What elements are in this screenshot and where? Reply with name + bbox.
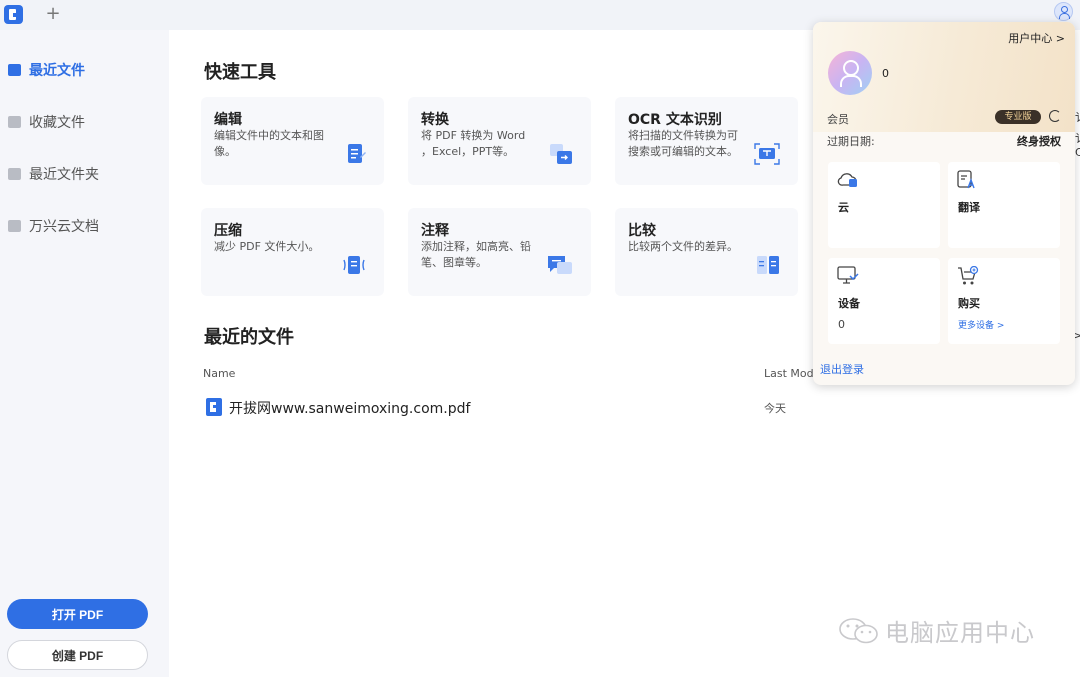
tool-card-title: OCR 文本识别	[628, 112, 722, 128]
more-devices-link[interactable]: 更多设备 >	[958, 318, 1004, 331]
create-pdf-button[interactable]: 创建 PDF	[7, 640, 148, 670]
sidebar-item-favorites[interactable]: 收藏文件	[0, 107, 169, 137]
expiry-value: 终身授权	[1017, 135, 1061, 148]
tool-card-compress[interactable]: 压缩 减少 PDF 文件大小。	[201, 208, 384, 296]
tile-cloud[interactable]: 云	[828, 162, 940, 248]
recent-files-heading: 最近的文件	[204, 327, 294, 348]
tile-devices[interactable]: 设备 0	[828, 258, 940, 344]
recent-file-icon	[8, 64, 21, 76]
ocr-scan-icon	[754, 143, 780, 165]
folder-icon	[8, 168, 21, 180]
device-count: 0	[838, 318, 845, 331]
tool-card-title: 转换	[421, 112, 449, 128]
recent-file-modified: 今天	[764, 402, 786, 415]
compress-icon	[343, 256, 365, 274]
tool-card-desc: 编辑文件中的文本和图像。	[214, 129, 324, 158]
cloud-upload-icon	[837, 173, 857, 187]
tool-card-desc: 将 PDF 转换为 Word ，Excel，PPT等。	[421, 129, 526, 158]
user-account-popup: 用户中心 > 0 会员 专业版 过期日期: 终身授权 云 翻译 设备 0 购买 …	[813, 22, 1075, 385]
tool-card-compare[interactable]: 比较 比较两个文件的差异。	[615, 208, 798, 296]
tile-purchase[interactable]: 购买 更多设备 >	[948, 258, 1060, 344]
sidebar-item-label: 最近文件	[29, 63, 85, 79]
cloud-icon	[8, 220, 21, 232]
column-header-name[interactable]: Name	[203, 367, 235, 380]
expiry-label: 过期日期:	[827, 135, 875, 148]
sidebar-item-recent-folders[interactable]: 最近文件夹	[0, 159, 169, 189]
logout-link[interactable]: 退出登录	[820, 361, 864, 377]
sidebar-item-label: 万兴云文档	[29, 219, 99, 235]
watermark-text: 电脑应用中心	[885, 619, 1035, 647]
tool-card-title: 编辑	[214, 112, 242, 128]
convert-icon	[550, 144, 572, 164]
compare-icon	[757, 256, 779, 274]
tool-card-title: 注释	[421, 223, 449, 239]
quick-tools-heading: 快速工具	[204, 62, 276, 83]
tool-card-desc: 比较两个文件的差异。	[628, 240, 738, 253]
new-tab-button[interactable]: +	[44, 3, 62, 25]
tile-translate[interactable]: 翻译	[948, 162, 1060, 248]
tool-card-title: 压缩	[214, 223, 242, 239]
column-header-last-modified[interactable]: Last Mod	[764, 367, 814, 380]
open-pdf-button[interactable]: 打开 PDF	[7, 599, 148, 629]
user-center-link[interactable]: 用户中心 >	[1008, 30, 1065, 46]
edge-text-fragment: 讠	[1075, 109, 1080, 125]
wechat-watermark-icon	[839, 618, 878, 644]
membership-label: 会员	[827, 113, 849, 126]
app-logo-icon	[4, 5, 23, 24]
username: 0	[882, 67, 889, 80]
tool-card-desc: 减少 PDF 文件大小。	[214, 240, 320, 253]
monitor-icon	[837, 266, 859, 284]
sidebar: 最近文件 收藏文件 最近文件夹 万兴云文档	[0, 30, 169, 677]
pdf-file-icon	[206, 398, 222, 416]
account-icon[interactable]	[1054, 2, 1073, 21]
tile-label: 购买	[958, 297, 980, 310]
cart-icon	[958, 266, 979, 285]
tool-card-desc: 添加注释，如高亮、铅笔、图章等。	[421, 240, 531, 269]
translate-icon	[957, 170, 975, 189]
comment-icon	[548, 256, 572, 274]
tool-card-ocr[interactable]: OCR 文本识别 将扫描的文件转换为可搜索或可编辑的文本。	[615, 97, 798, 185]
sidebar-item-recent-files[interactable]: 最近文件	[0, 55, 169, 85]
tile-label: 设备	[838, 297, 860, 310]
membership-badge: 专业版	[995, 110, 1041, 124]
star-file-icon	[8, 116, 21, 128]
tile-label: 翻译	[958, 201, 980, 214]
tool-card-edit[interactable]: 编辑 编辑文件中的文本和图像。	[201, 97, 384, 185]
tool-card-title: 比较	[628, 223, 656, 239]
refresh-icon[interactable]	[1049, 110, 1061, 122]
tile-label: 云	[838, 201, 849, 214]
sidebar-item-cloud-docs[interactable]: 万兴云文档	[0, 211, 169, 241]
tool-card-desc: 将扫描的文件转换为可搜索或可编辑的文本。	[628, 129, 738, 158]
avatar[interactable]	[828, 51, 872, 95]
edge-text-fragment: C	[1075, 146, 1080, 159]
edit-doc-icon	[348, 144, 366, 163]
sidebar-item-label: 收藏文件	[29, 115, 85, 131]
tool-card-comment[interactable]: 注释 添加注释，如高亮、铅笔、图章等。	[408, 208, 591, 296]
edge-text-fragment: 讠	[1075, 130, 1080, 146]
tool-card-convert[interactable]: 转换 将 PDF 转换为 Word ，Excel，PPT等。	[408, 97, 591, 185]
sidebar-item-label: 最近文件夹	[29, 167, 99, 183]
recent-file-name[interactable]: 开拔网www.sanweimoxing.com.pdf	[229, 398, 470, 418]
